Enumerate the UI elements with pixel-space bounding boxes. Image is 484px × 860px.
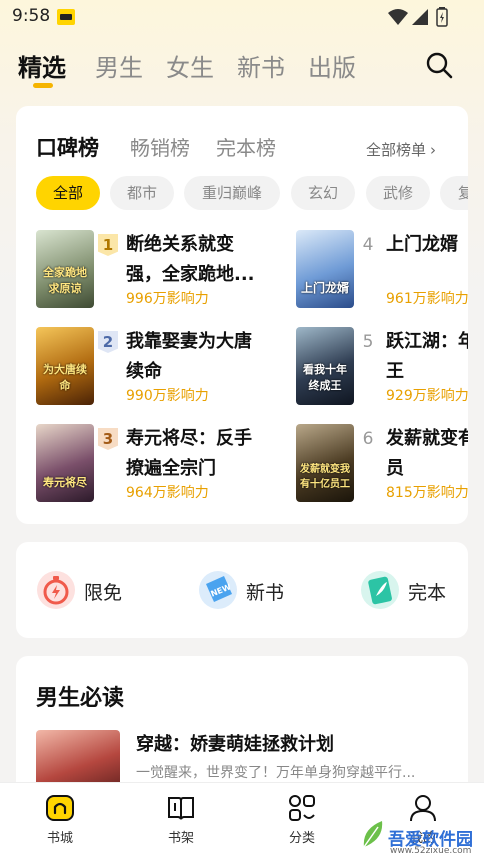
book-influence: 961万影响力 bbox=[386, 291, 468, 307]
bookstore-icon bbox=[46, 795, 74, 821]
nav-bookshelf[interactable]: 书架 bbox=[151, 793, 211, 853]
book-influence: 929万影响力 bbox=[386, 388, 468, 404]
nav-label: 分类 bbox=[288, 831, 315, 846]
cover-title: 看我十年终成王 bbox=[303, 363, 347, 392]
nav-label: 书城 bbox=[46, 831, 73, 846]
cover-title: 发薪就变我有十亿员工 bbox=[300, 464, 350, 490]
clock-time: 9:58 bbox=[12, 6, 51, 26]
search-icon[interactable] bbox=[424, 50, 454, 80]
book-title[interactable]: 穿越：娇妻萌娃拯救计划 bbox=[136, 730, 334, 756]
ranking-card: 口碑榜 畅销榜 完本榜 全部榜单 › 全部 都市 重归巅峰 玄幻 武修 复 全家跪… bbox=[16, 106, 468, 524]
nav-bookstore[interactable]: 书城 bbox=[30, 793, 90, 853]
must-read-card: 男生必读 穿越：娇妻萌娃拯救计划 一觉醒来，世界变了！万年单身狗穿越平行... bbox=[16, 656, 468, 796]
app-notification-icon bbox=[57, 9, 75, 25]
tab-female[interactable]: 女生 bbox=[166, 48, 214, 83]
book-cover: 看我十年终成王 bbox=[296, 327, 354, 405]
nav-label: 书架 bbox=[167, 831, 194, 846]
rank-badge: 6 bbox=[362, 429, 374, 449]
book-description: 一觉醒来，世界变了！万年单身狗穿越平行... bbox=[136, 765, 416, 781]
battery-icon bbox=[436, 7, 448, 27]
quick-link-label: 限免 bbox=[84, 582, 123, 604]
rank-badge: 4 bbox=[362, 235, 374, 255]
category-grid-icon bbox=[289, 795, 315, 821]
book-title: 发薪就变有十亿员 bbox=[386, 428, 468, 479]
top-nav: 精选 男生 女生 新书 出版 bbox=[0, 40, 484, 96]
book-cover: 上门龙婿 bbox=[296, 230, 354, 308]
quick-link-label: 新书 bbox=[246, 582, 285, 604]
status-bar: 9:58 bbox=[0, 0, 484, 34]
ranking-book-4[interactable]: 上门龙婿 4 上门龙婿 961万影响力 bbox=[296, 230, 468, 310]
tab-new-books[interactable]: 新书 bbox=[237, 48, 285, 83]
rank-badge: 5 bbox=[362, 332, 374, 352]
book-title: 跃江湖：年终成王 bbox=[386, 331, 468, 382]
wifi-icon bbox=[388, 9, 408, 25]
section-title: 男生必读 bbox=[36, 686, 125, 711]
watermark-url: www.52zixue.com bbox=[390, 846, 472, 856]
ranking-book-6[interactable]: 发薪就变我有十亿员工 6 发薪就变有十亿员 815万影响力 bbox=[296, 424, 468, 504]
tab-male[interactable]: 男生 bbox=[95, 48, 143, 83]
book-leaf-icon bbox=[361, 571, 399, 609]
active-tab-indicator bbox=[33, 83, 53, 88]
book-influence: 815万影响力 bbox=[386, 485, 468, 501]
nav-category[interactable]: 分类 bbox=[272, 793, 332, 853]
ranking-book-5[interactable]: 看我十年终成王 5 跃江湖：年终成王 929万影响力 bbox=[296, 327, 468, 407]
site-watermark: 吾爱软件园 www.52zixue.com bbox=[340, 785, 480, 857]
book-title: 上门龙婿 bbox=[386, 234, 458, 255]
leaf-logo-icon bbox=[363, 821, 383, 848]
signal-icon bbox=[412, 9, 428, 25]
tab-publishing[interactable]: 出版 bbox=[308, 48, 356, 83]
book-cover: 发薪就变我有十亿员工 bbox=[296, 424, 354, 502]
bookshelf-icon bbox=[168, 797, 194, 820]
quick-link-label: 完本 bbox=[408, 582, 447, 604]
tab-featured[interactable]: 精选 bbox=[18, 48, 66, 83]
cover-title: 上门龙婿 bbox=[300, 281, 349, 295]
quick-links-card: 限免 NEW 新书 完本 bbox=[16, 542, 468, 638]
new-tag-icon: NEW bbox=[199, 571, 237, 609]
stopwatch-icon bbox=[37, 571, 75, 609]
ranking-right-column: 上门龙婿 4 上门龙婿 961万影响力 看我十年终成王 5 跃江湖：年终成王 9… bbox=[16, 106, 468, 524]
